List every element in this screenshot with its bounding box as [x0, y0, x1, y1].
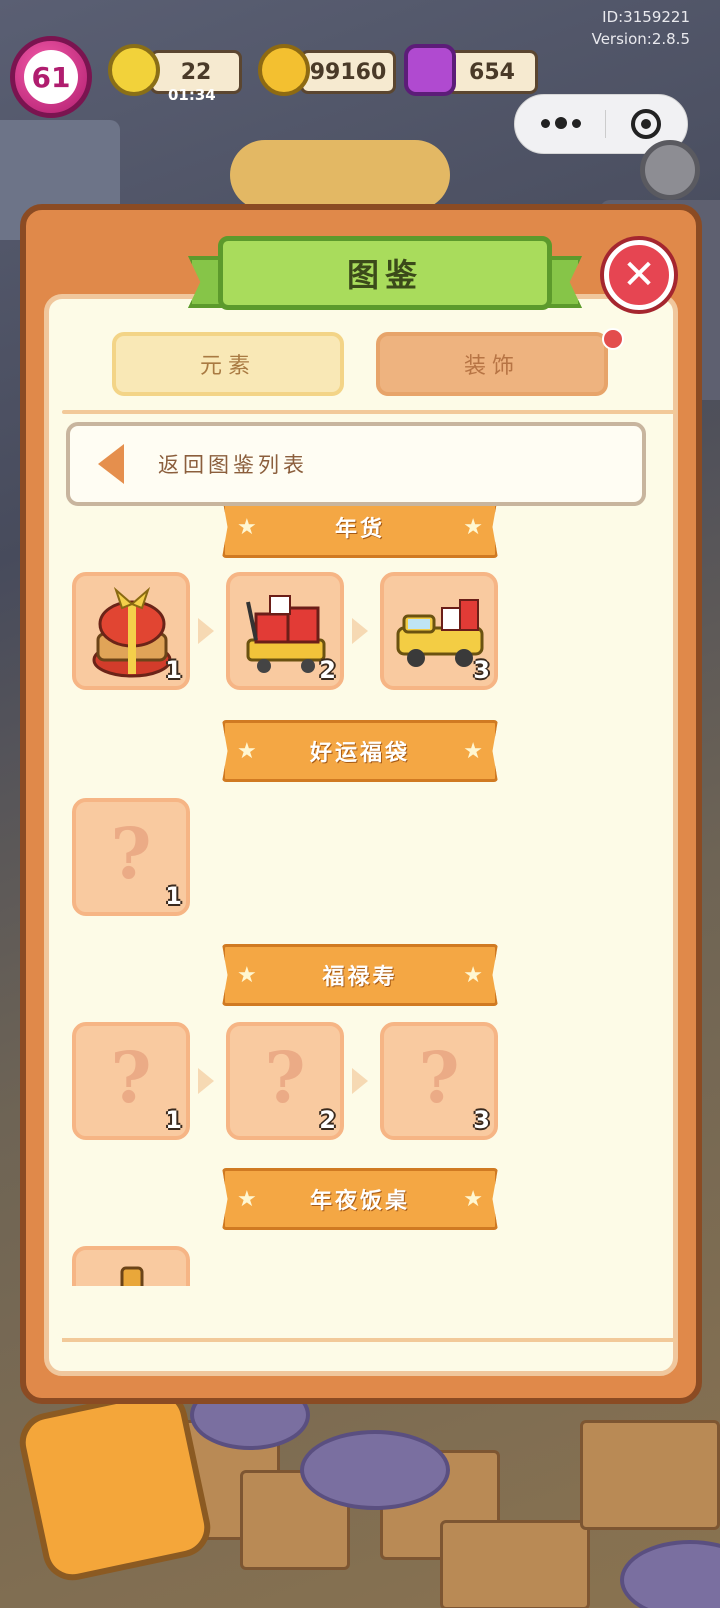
- item-card[interactable]: 3: [380, 572, 498, 690]
- group-name: 年夜饭桌: [309, 1188, 410, 1214]
- star-icon: ★: [463, 514, 483, 540]
- group-banner-nianhuo: ★ 年货 ★: [222, 506, 498, 558]
- collection-list[interactable]: ★ 年货 ★ 1 2 3 ★ 好运福袋 ★ ? 1 ★ 福禄寿 ★ ? 1 ? …: [56, 506, 656, 1286]
- star-icon: ★: [237, 1186, 257, 1212]
- coin-counter[interactable]: 99160: [300, 50, 396, 94]
- locked-item-card[interactable]: ? 1: [72, 1022, 190, 1140]
- star-icon: ★: [237, 962, 257, 988]
- capsule-divider: [605, 110, 607, 138]
- more-menu-icon[interactable]: [541, 117, 582, 130]
- back-arrow-icon: [98, 444, 124, 484]
- user-id-text: ID:3159221: [602, 8, 690, 26]
- item-card[interactable]: 1: [72, 1246, 190, 1286]
- upgrade-arrow-icon: [352, 618, 368, 644]
- gem-value: 654: [469, 59, 515, 85]
- group-name: 年货: [334, 516, 385, 542]
- item-level: 3: [473, 656, 490, 684]
- item-level: 3: [473, 1106, 490, 1134]
- item-level: 2: [319, 656, 336, 684]
- star-icon: ★: [463, 1186, 483, 1212]
- group-banner-fulushou: ★ 福禄寿 ★: [222, 944, 498, 1006]
- star-icon: ★: [237, 514, 257, 540]
- close-button[interactable]: ✕: [604, 240, 674, 310]
- group-name: 福禄寿: [322, 964, 398, 990]
- star-icon: ★: [463, 962, 483, 988]
- upgrade-arrow-icon: [198, 1068, 214, 1094]
- version-text: Version:2.8.5: [591, 30, 690, 48]
- tab-divider: [62, 410, 676, 414]
- item-level: 1: [165, 1106, 182, 1134]
- panel-bottom-edge: [62, 1338, 676, 1342]
- settings-gear-icon[interactable]: [640, 140, 700, 200]
- item-level: 1: [165, 656, 182, 684]
- star-icon: ★: [237, 738, 257, 764]
- tab-elements[interactable]: 元素: [112, 332, 344, 396]
- locked-item-card[interactable]: ? 2: [226, 1022, 344, 1140]
- gem-counter[interactable]: 654: [446, 50, 538, 94]
- group-name: 好运福袋: [309, 740, 410, 766]
- lightning-icon: [108, 44, 160, 96]
- notification-dot: [602, 328, 624, 350]
- group-banner-lucky-bag: ★ 好运福袋 ★: [222, 720, 498, 782]
- collection-dialog: 图鉴 ✕ 元素 装饰 ★ 年货 ★ 1 2 3 ★ 好运福袋 ★ ? 1 ★ 福…: [20, 204, 702, 1404]
- upgrade-arrow-icon: [352, 1068, 368, 1094]
- locked-item-card[interactable]: ? 3: [380, 1022, 498, 1140]
- energy-boost-button[interactable]: [14, 1384, 216, 1586]
- player-level-value: 61: [24, 50, 78, 104]
- item-card[interactable]: 1: [72, 572, 190, 690]
- energy-timer: 01:34: [168, 86, 216, 104]
- back-to-list-label: 返回图鉴列表: [158, 453, 308, 477]
- star-icon: ★: [463, 738, 483, 764]
- item-level: 1: [165, 882, 182, 910]
- energy-value: 22: [180, 59, 212, 85]
- hotpot-icon: [120, 1266, 144, 1286]
- coin-value: 99160: [309, 59, 387, 85]
- dialog-title: 图鉴: [218, 236, 552, 310]
- upgrade-arrow-icon: [198, 618, 214, 644]
- back-to-list-button[interactable]: 返回图鉴列表: [66, 422, 646, 506]
- account-info: ID:3159221 Version:2.8.5: [592, 6, 690, 50]
- coin-icon: [258, 44, 310, 96]
- close-icon: ✕: [622, 252, 656, 298]
- title-ribbon: 图鉴: [188, 230, 582, 314]
- group-banner-reunion-dinner: ★ 年夜饭桌 ★: [222, 1168, 498, 1230]
- gem-icon: [404, 44, 456, 96]
- tab-decorations[interactable]: 装饰: [376, 332, 608, 396]
- player-level-badge[interactable]: 61: [10, 36, 92, 118]
- locked-item-card[interactable]: ? 1: [72, 798, 190, 916]
- item-level: 2: [319, 1106, 336, 1134]
- item-card[interactable]: 2: [226, 572, 344, 690]
- close-miniprogram-icon[interactable]: [630, 109, 661, 139]
